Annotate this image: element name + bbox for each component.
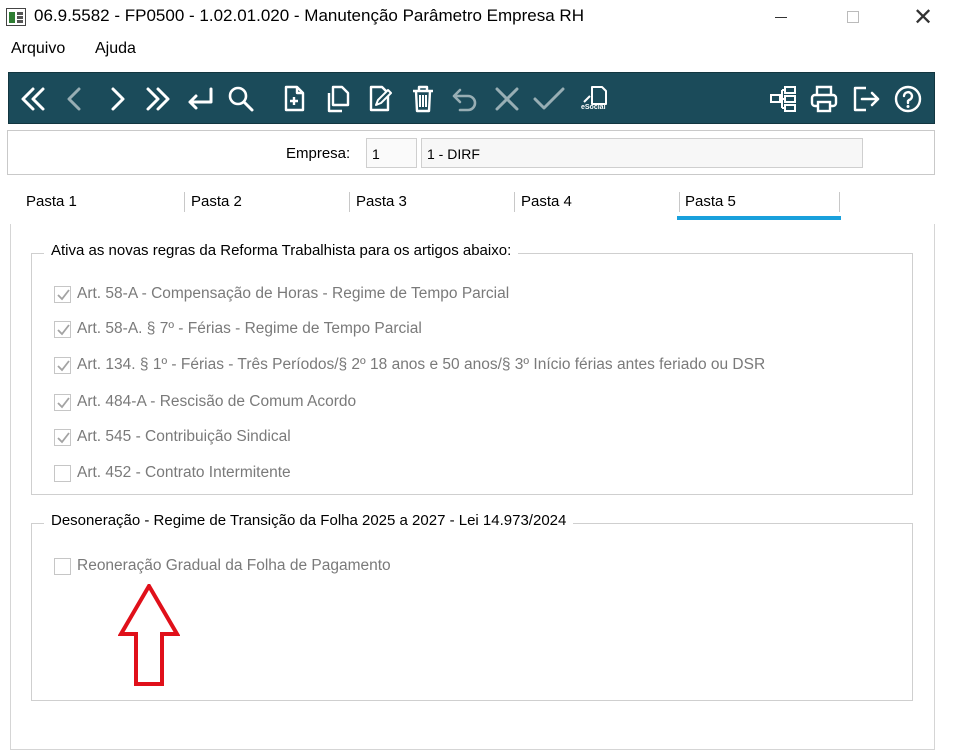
undo-icon — [452, 88, 477, 112]
hierarchy-button[interactable] — [765, 79, 801, 119]
empresa-code-field[interactable]: 1 — [366, 138, 417, 168]
tab-pasta-3[interactable]: Pasta 3 — [350, 188, 515, 224]
exit-button[interactable] — [849, 79, 885, 119]
app-icon — [6, 8, 26, 26]
reforma-group-title: Ativa as novas regras da Reforma Trabalh… — [44, 242, 519, 259]
confirm-icon — [533, 87, 565, 110]
return-button[interactable] — [182, 79, 218, 119]
delete-icon — [413, 85, 433, 113]
check-icon — [57, 288, 70, 300]
minimize-button[interactable] — [758, 0, 804, 34]
tab-label: Pasta 2 — [191, 193, 242, 210]
exit-icon — [853, 86, 880, 112]
delete-button[interactable] — [405, 79, 441, 119]
checkbox-box[interactable] — [54, 464, 71, 482]
confirm-button[interactable] — [531, 79, 567, 119]
last-record-icon — [146, 87, 170, 111]
checkbox-label: Art. 484-A - Rescisão de Comum Acordo — [77, 393, 357, 410]
active-tab-indicator — [677, 216, 841, 220]
previous-record-icon — [67, 87, 81, 111]
search-button[interactable] — [223, 79, 259, 119]
next-record-icon — [111, 87, 125, 111]
checkbox-art-134[interactable]: Art. 134. § 1º - Férias - Três Períodos/… — [54, 354, 765, 376]
next-record-button[interactable] — [99, 79, 135, 119]
tab-label: Pasta 1 — [26, 193, 77, 210]
close-button[interactable]: ✕ — [900, 0, 946, 34]
checkbox-box[interactable] — [54, 428, 71, 446]
last-record-button[interactable] — [140, 79, 176, 119]
cancel-icon — [495, 87, 519, 111]
tab-pasta-1[interactable]: Pasta 1 — [20, 188, 185, 224]
checkbox-reoneracao-gradual[interactable]: Reoneração Gradual da Folha de Pagamento — [54, 555, 391, 577]
checkbox-label: Art. 452 - Contrato Intermitente — [77, 464, 291, 481]
help-button[interactable] — [890, 79, 926, 119]
reforma-trabalhista-group: Ativa as novas regras da Reforma Trabalh… — [31, 242, 913, 495]
tab-pasta-4[interactable]: Pasta 4 — [515, 188, 680, 224]
print-icon — [810, 85, 838, 113]
tab-pasta-2[interactable]: Pasta 2 — [185, 188, 350, 224]
check-icon — [57, 359, 70, 371]
check-icon — [57, 431, 70, 443]
checkbox-box[interactable] — [54, 393, 71, 411]
checkbox-box[interactable] — [54, 557, 71, 575]
window-title: 06.9.5582 - FP0500 - 1.02.01.020 - Manut… — [34, 6, 584, 25]
esocial-label: eSocial — [581, 104, 606, 111]
tab-label: Pasta 5 — [685, 193, 736, 210]
checkbox-label: Art. 58-A. § 7º - Férias - Regime de Tem… — [77, 320, 422, 337]
hierarchy-icon — [770, 86, 796, 112]
annotation-arrow-up-icon — [118, 584, 180, 686]
edit-icon — [369, 85, 392, 112]
menu-bar: Arquivo Ajuda — [0, 37, 959, 63]
copy-icon — [327, 85, 350, 113]
checkbox-label: Art. 134. § 1º - Férias - Três Períodos/… — [77, 356, 766, 373]
tab-label: Pasta 4 — [521, 193, 572, 210]
check-icon — [57, 323, 70, 335]
checkbox-label: Art. 58-A - Compensação de Horas - Regim… — [77, 285, 510, 302]
esocial-button[interactable]: eSocial — [579, 79, 615, 119]
maximize-icon — [847, 11, 859, 23]
tab-label: Pasta 3 — [356, 193, 407, 210]
new-document-icon — [284, 85, 305, 112]
checkbox-art-58a-7[interactable]: Art. 58-A. § 7º - Férias - Regime de Tem… — [54, 318, 422, 340]
tab-pasta-5[interactable]: Pasta 5 — [675, 188, 841, 224]
checkbox-label: Art. 545 - Contribuição Sindical — [77, 428, 291, 445]
checkbox-box[interactable] — [54, 356, 71, 374]
minimize-icon — [775, 16, 787, 18]
first-record-button[interactable] — [15, 79, 51, 119]
checkbox-box[interactable] — [54, 320, 71, 338]
close-icon: ✕ — [912, 3, 934, 31]
menu-ajuda[interactable]: Ajuda — [95, 40, 136, 58]
checkbox-art-484a[interactable]: Art. 484-A - Rescisão de Comum Acordo — [54, 391, 356, 413]
empresa-panel: Empresa: 1 1 - DIRF — [7, 130, 935, 175]
edit-button[interactable] — [363, 79, 399, 119]
maximize-button[interactable] — [830, 0, 876, 34]
return-icon — [188, 87, 213, 110]
print-button[interactable] — [806, 79, 842, 119]
checkbox-art-58a[interactable]: Art. 58-A - Compensação de Horas - Regim… — [54, 283, 509, 305]
checkbox-art-452[interactable]: Art. 452 - Contrato Intermitente — [54, 462, 291, 484]
copy-button[interactable] — [320, 79, 356, 119]
menu-arquivo[interactable]: Arquivo — [11, 40, 65, 58]
toolbar: eSocial — [8, 72, 935, 124]
title-bar: 06.9.5582 - FP0500 - 1.02.01.020 - Manut… — [0, 0, 959, 36]
help-icon — [894, 85, 922, 113]
empresa-label: Empresa: — [286, 145, 351, 162]
checkbox-art-545[interactable]: Art. 545 - Contribuição Sindical — [54, 426, 291, 448]
undo-button[interactable] — [447, 79, 483, 119]
cancel-button[interactable] — [489, 79, 525, 119]
new-button[interactable] — [277, 79, 313, 119]
tab-bar: Pasta 1 Pasta 2 Pasta 3 Pasta 4 Pasta 5 — [10, 188, 935, 224]
checkbox-box[interactable] — [54, 285, 71, 303]
desoneracao-group-title: Desoneração - Regime de Transição da Fol… — [44, 512, 574, 529]
search-icon — [228, 86, 254, 112]
first-record-icon — [21, 87, 45, 111]
tab-separator — [839, 192, 840, 212]
check-icon — [57, 396, 70, 408]
previous-record-button[interactable] — [57, 79, 93, 119]
checkbox-label: Reoneração Gradual da Folha de Pagamento — [77, 557, 391, 574]
empresa-name-field: 1 - DIRF — [421, 138, 863, 168]
